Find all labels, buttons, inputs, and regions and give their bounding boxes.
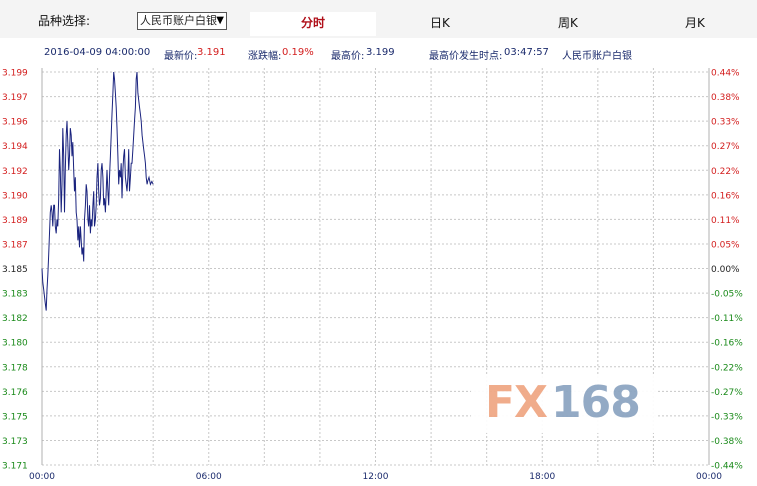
y-tick-label-left: 3.196 [2, 118, 28, 128]
y-tick-label-right: -0.44% [711, 462, 743, 472]
y-tick-label-right: 0.33% [711, 118, 740, 128]
y-tick-label-left: 3.180 [2, 339, 28, 349]
x-tick-label: 18:00 [529, 472, 555, 482]
y-tick-label-left: 3.190 [2, 191, 28, 201]
fx168-logo: FX 168 [471, 375, 657, 433]
price-line [41, 71, 154, 311]
y-tick-label-right: 0.16% [711, 191, 740, 201]
fx168-logo-number: 168 [551, 377, 641, 428]
y-tick-label-left: 3.183 [2, 290, 28, 300]
y-axis-right: 0.44% 0.38% 0.33% 0.27% 0.22% 0.16% 0.11% 0.05%… [711, 69, 743, 472]
y-tick-label-left: 3.189 [2, 216, 28, 226]
y-tick-label-left: 3.182 [2, 314, 28, 324]
y-tick-label-left: 3.176 [2, 388, 28, 398]
y-tick-label-left: 3.173 [2, 437, 28, 447]
y-tick-label-left: 3.175 [2, 412, 28, 422]
y-tick-label-right: -0.11% [711, 314, 743, 324]
y-tick-label-right: 0.27% [711, 142, 740, 152]
y-tick-label-right: -0.38% [711, 437, 743, 447]
y-tick-label-right: 0.05% [711, 240, 740, 250]
y-tick-label-right: 0.22% [711, 167, 740, 177]
y-tick-label-left: 3.187 [2, 240, 28, 250]
y-tick-label-right: 0.44% [711, 69, 740, 79]
y-tick-label-right: -0.27% [711, 388, 743, 398]
y-tick-label-left: 3.171 [2, 462, 28, 472]
y-tick-label-left: 3.194 [2, 142, 28, 152]
y-tick-label-left: 3.199 [2, 69, 28, 79]
y-tick-label-left: 3.178 [2, 363, 28, 373]
x-tick-label: 12:00 [363, 472, 389, 482]
x-axis: 00:00 06:00 12:00 18:00 00:00 [29, 472, 722, 482]
y-tick-label-right: -0.33% [711, 412, 743, 422]
y-tick-label-right: -0.16% [711, 339, 743, 349]
y-tick-label-left: 3.197 [2, 93, 28, 103]
y-tick-label-right: 0.00% [711, 265, 740, 275]
y-tick-label-right: 0.38% [711, 93, 740, 103]
x-tick-label: 00:00 [696, 472, 722, 482]
y-tick-label-right: -0.22% [711, 363, 743, 373]
y-tick-label-left: 3.192 [2, 167, 28, 177]
x-tick-label: 06:00 [196, 472, 222, 482]
x-tick-label: 00:00 [29, 472, 55, 482]
y-axis-left: 3.199 3.197 3.196 3.194 3.192 3.190 3.189 3.187… [2, 69, 28, 472]
price-series [41, 71, 154, 311]
fx168-logo-fx: FX [485, 377, 548, 428]
y-tick-label-right: -0.05% [711, 290, 743, 300]
y-tick-label-left: 3.185 [2, 265, 28, 275]
y-tick-label-right: 0.11% [711, 216, 740, 226]
